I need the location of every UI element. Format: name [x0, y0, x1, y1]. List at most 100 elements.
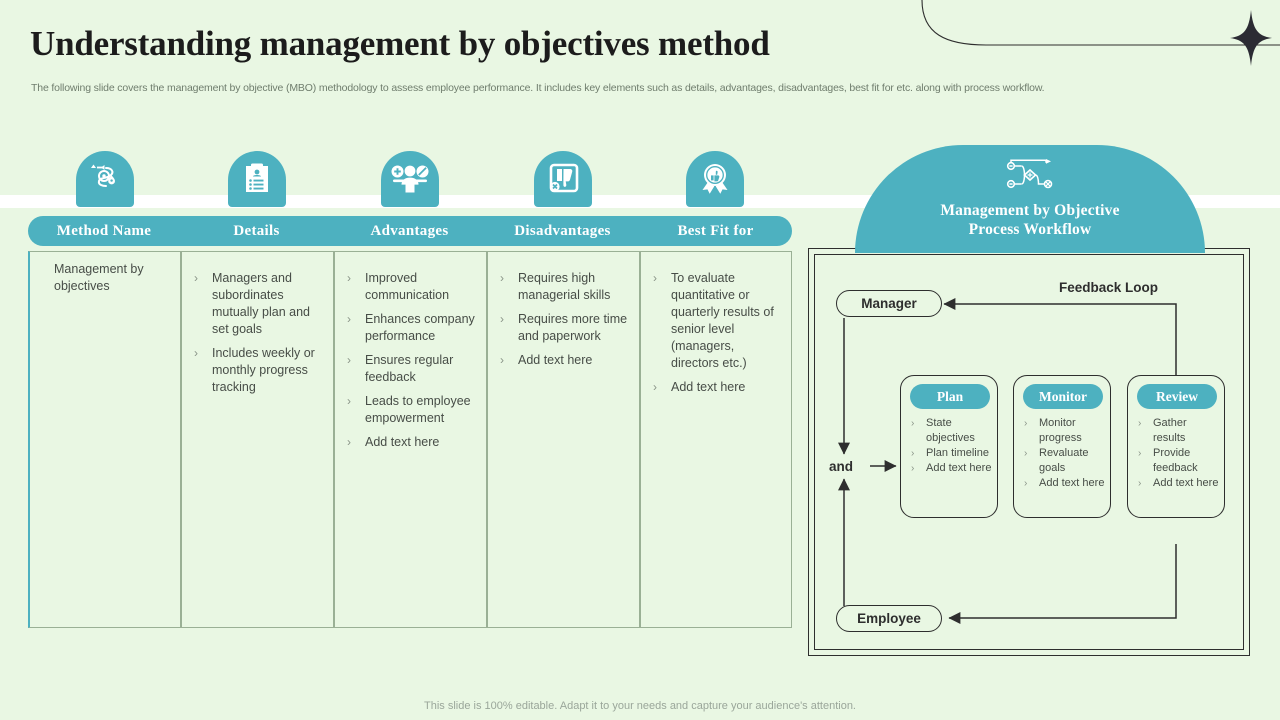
list-item-label: Enhances company performance — [365, 312, 475, 343]
stage-title-plan: Plan — [910, 384, 990, 409]
award-badge-icon — [702, 164, 728, 194]
cell-disadvantages-list: › Requires high managerial skills › Requir… — [498, 270, 629, 369]
and-label: and — [829, 459, 854, 474]
feedback-loop-label: Feedback Loop — [1059, 280, 1159, 295]
cell-method-name-value: Management by objectives — [54, 262, 144, 293]
page-title: Understanding management by objectives m… — [30, 24, 770, 63]
list-item: › Add text here — [345, 434, 476, 451]
stage-list-review: › Gather results › Provide feedback › Add t… — [1136, 416, 1220, 491]
chevron-right-icon: › — [1138, 448, 1142, 459]
list-item: › State objectives — [909, 416, 993, 446]
chevron-right-icon: › — [500, 271, 504, 285]
list-item-label: State objectives — [926, 417, 975, 444]
list-item-label: Gather results — [1153, 417, 1187, 444]
list-item: › Enhances company performance — [345, 311, 476, 345]
chevron-right-icon: › — [653, 380, 657, 394]
cell-advantages-list: › Improved communication › Enhances compan… — [345, 270, 476, 451]
node-employee-label: Employee — [857, 611, 921, 626]
chevron-right-icon: › — [347, 394, 351, 408]
process-cycle-icon — [91, 164, 115, 187]
workflow-dome-title: Management by Objective Process Workflow — [855, 201, 1205, 239]
chevron-right-icon: › — [347, 435, 351, 449]
table-header-method-name: Method Name — [56, 223, 152, 239]
list-item: › Add text here — [651, 379, 781, 396]
list-item: › Leads to employee empowerment — [345, 393, 476, 427]
comparison-table: Management by objectives › Managers and s… — [28, 251, 792, 628]
list-item: › Gather results — [1136, 416, 1220, 446]
list-item-label: Add text here — [671, 380, 746, 394]
chevron-right-icon: › — [911, 418, 915, 429]
table-column-details: › Managers and subordinates mutually plan… — [181, 251, 334, 628]
list-item-label: Provide feedback — [1153, 447, 1198, 474]
list-item: › Add text here — [498, 352, 629, 369]
chevron-right-icon: › — [911, 448, 915, 459]
workflow-dome-header: Management by Objective Process Workflow — [855, 145, 1205, 253]
list-item: › To evaluate quantitative or quarterly r… — [651, 270, 781, 372]
chevron-right-icon: › — [1024, 448, 1028, 459]
list-item-label: Add text here — [518, 353, 593, 367]
chevron-right-icon: › — [500, 312, 504, 326]
table-header-best-fit-for: Best Fit for — [677, 223, 754, 239]
table-column-method-name: Management by objectives — [28, 251, 181, 628]
clipboard-list-icon — [246, 163, 268, 192]
chevron-right-icon: › — [653, 271, 657, 285]
decorative-curve — [921, 0, 1280, 46]
list-item: › Revaluate goals — [1022, 446, 1106, 476]
stage-title-review: Review — [1137, 384, 1217, 409]
cell-details-list: › Managers and subordinates mutually plan… — [192, 270, 323, 396]
chevron-right-icon: › — [347, 312, 351, 326]
workflow-diagram: Manager Employee and Feedback Loop Plan … — [808, 248, 1250, 656]
list-item: › Requires high managerial skills — [498, 270, 629, 304]
list-item: › Ensures regular feedback — [345, 352, 476, 386]
stage-card-plan[interactable]: Plan › State objectives › Plan timeline › A… — [900, 375, 998, 518]
chevron-right-icon: › — [1024, 478, 1028, 489]
table-column-best-fit-for: › To evaluate quantitative or quarterly r… — [640, 251, 792, 628]
table-header-disadvantages: Disadvantages — [514, 223, 611, 239]
footer-note: This slide is 100% editable. Adapt it to… — [424, 700, 856, 712]
cell-best-fit-list: › To evaluate quantitative or quarterly r… — [651, 270, 781, 396]
list-item-label: Requires high managerial skills — [518, 271, 611, 302]
icon-badge-method-name — [76, 151, 134, 207]
chevron-right-icon: › — [1138, 418, 1142, 429]
chevron-right-icon: › — [194, 346, 198, 360]
list-item-label: Add text here — [1039, 477, 1105, 489]
list-item-label: Revaluate goals — [1039, 447, 1089, 474]
thumbs-down-icon — [549, 163, 579, 193]
list-item: › Provide feedback — [1136, 446, 1220, 476]
chevron-right-icon: › — [347, 353, 351, 367]
list-item: › Add text here — [1136, 476, 1220, 491]
table-column-disadvantages: › Requires high managerial skills › Requir… — [487, 251, 640, 628]
list-item: › Requires more time and paperwork — [498, 311, 629, 345]
table-header-advantages: Advantages — [370, 223, 449, 239]
node-manager[interactable]: Manager — [836, 290, 942, 317]
workflow-title-line2: Process Workflow — [968, 221, 1092, 238]
list-item-label: Add text here — [365, 435, 440, 449]
chevron-right-icon: › — [911, 463, 915, 474]
workflow-title-line1: Management by Objective — [940, 202, 1120, 219]
chevron-right-icon: › — [500, 353, 504, 367]
icon-badge-advantages — [381, 151, 439, 207]
four-point-star-icon — [1230, 10, 1272, 66]
chevron-right-icon: › — [1138, 478, 1142, 489]
list-item: › Includes weekly or monthly progress tra… — [192, 345, 323, 396]
list-item: › Plan timeline — [909, 446, 993, 461]
icon-badge-details — [228, 151, 286, 207]
chevron-right-icon: › — [194, 271, 198, 285]
icon-badge-best-fit-for — [686, 151, 744, 207]
stage-card-review[interactable]: Review › Gather results › Provide feedback… — [1127, 375, 1225, 518]
node-manager-label: Manager — [861, 296, 917, 311]
list-item-label: Ensures regular feedback — [365, 353, 454, 384]
table-column-advantages: › Improved communication › Enhances compan… — [334, 251, 487, 628]
list-item-label: Managers and subordinates mutually plan … — [212, 271, 310, 336]
list-item: › Managers and subordinates mutually plan… — [192, 270, 323, 338]
stage-list-monitor: › Monitor progress › Revaluate goals › Add … — [1022, 416, 1106, 491]
stage-card-monitor[interactable]: Monitor › Monitor progress › Revaluate goa… — [1013, 375, 1111, 518]
node-employee[interactable]: Employee — [836, 605, 942, 632]
chevron-right-icon: › — [1024, 418, 1028, 429]
list-item: › Monitor progress — [1022, 416, 1106, 446]
list-item-label: Requires more time and paperwork — [518, 312, 628, 343]
icon-badge-disadvantages — [534, 151, 592, 207]
list-item-label: Leads to employee empowerment — [365, 394, 471, 425]
page-subtitle: The following slide covers the managemen… — [31, 82, 1045, 94]
table-header-bar: Method Name Details Advantages Disadvant… — [28, 216, 792, 246]
